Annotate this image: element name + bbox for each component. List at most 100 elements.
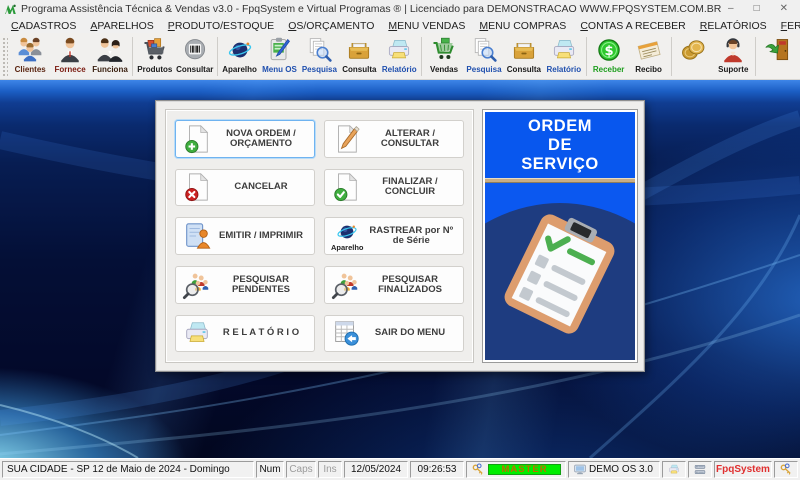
toolbar-button-consultar-produtos[interactable]: Consultar: [175, 34, 215, 79]
toolbar-button-relatorio-os[interactable]: Relatório: [379, 34, 419, 79]
status-caps-lock: Caps: [286, 461, 316, 478]
status-keys[interactable]: [774, 461, 798, 478]
clients-icon: [15, 36, 45, 64]
toolbar-button-recibo[interactable]: Recibo: [629, 34, 669, 79]
menu-os-orcamento[interactable]: OS/ORÇAMENTO: [281, 19, 381, 33]
doc-person-icon: [182, 221, 212, 251]
statusbar: SUA CIDADE - SP 12 de Maio de 2024 - Dom…: [0, 458, 800, 480]
toolbar-button-fornecedores[interactable]: Fornece: [50, 34, 90, 79]
button-alterar-consultar[interactable]: ALTERAR / CONSULTAR: [324, 120, 464, 158]
dollar-coin-icon: [594, 36, 624, 64]
status-insert: Ins: [318, 461, 342, 478]
toolbar-separator: [131, 37, 133, 76]
service-order-menu-dialog: NOVA ORDEM / ORÇAMENTO ALTERAR / CONSULT…: [155, 100, 645, 372]
button-relatorio[interactable]: R E L A T Ó R I O: [175, 314, 315, 352]
doc-search-icon: [469, 36, 499, 64]
search-people-icon: [182, 270, 212, 300]
device-icon: [334, 220, 360, 244]
banner-title: ORDEM DE SERVIÇO: [485, 112, 635, 178]
button-pesquisar-pendentes[interactable]: PESQUISAR PENDENTES: [175, 266, 315, 304]
toolbar-button-produtos[interactable]: Produtos: [135, 34, 175, 79]
menubar: CADASTROS APARELHOS PRODUTO/ESTOQUE OS/O…: [0, 18, 800, 33]
menu-vendas[interactable]: MENU VENDAS: [381, 19, 472, 33]
exit-door-icon: [763, 36, 793, 64]
printer-icon: [182, 318, 212, 348]
menu-compras[interactable]: MENU COMPRAS: [472, 19, 573, 33]
user-level-badge: MASTER: [488, 464, 561, 475]
banner-illustration: [485, 183, 635, 360]
keys-icon: [779, 463, 793, 476]
menu-ferramentas[interactable]: FERRAMENTAS: [774, 19, 800, 33]
button-pesquisar-finalizados[interactable]: PESQUISAR FINALIZADOS: [324, 266, 464, 304]
toolbar-grip: [2, 37, 9, 76]
button-nova-ordem[interactable]: NOVA ORDEM / ORÇAMENTO: [175, 120, 315, 158]
status-user-level: MASTER: [466, 461, 566, 478]
device-icon: [225, 36, 255, 64]
support-icon: [718, 36, 748, 64]
status-brand: FpqSystem: [714, 461, 772, 478]
grid-back-icon: [331, 318, 361, 348]
products-cart-icon: [140, 36, 170, 64]
toolbar-button-consulta-vendas[interactable]: Consulta: [504, 34, 544, 79]
button-finalizar-concluir[interactable]: FINALIZAR / CONCLUIR: [324, 168, 464, 206]
menu-relatorios[interactable]: RELATÓRIOS: [693, 19, 774, 33]
doc-search-icon: [304, 36, 334, 64]
toolbar-button-clientes[interactable]: Clientes: [10, 34, 50, 79]
page-cancel-icon: [182, 172, 212, 202]
dialog-button-panel: NOVA ORDEM / ORÇAMENTO ALTERAR / CONSULT…: [165, 109, 474, 363]
maximize-button[interactable]: □: [754, 4, 760, 14]
toolbar-button-consulta-os[interactable]: Consulta: [339, 34, 379, 79]
close-button[interactable]: ✕: [780, 4, 788, 14]
status-num-lock: Num: [256, 461, 284, 478]
toolbar-button-funcionarios[interactable]: Funciona: [90, 34, 130, 79]
button-sair-do-menu[interactable]: SAIR DO MENU: [324, 314, 464, 352]
toolbar-separator: [421, 37, 423, 76]
toolbar-button-vendas[interactable]: Vendas: [424, 34, 464, 79]
toolbar-button-pesquisa-vendas[interactable]: Pesquisa: [464, 34, 504, 79]
toolbar: Clientes Fornece Funciona Produtos Consu…: [0, 33, 800, 80]
printer-icon: [667, 463, 681, 476]
toolbar-separator: [216, 37, 218, 76]
toolbar-button-relatorio-vendas[interactable]: Relatório: [544, 34, 584, 79]
status-location-date: SUA CIDADE - SP 12 de Maio de 2024 - Dom…: [2, 461, 254, 478]
employees-icon: [95, 36, 125, 64]
toolbar-separator: [755, 37, 757, 76]
printer-icon: [549, 36, 579, 64]
desktop-wallpaper: NOVA ORDEM / ORÇAMENTO ALTERAR / CONSULT…: [0, 80, 800, 458]
sales-cart-icon: [429, 36, 459, 64]
status-date: 12/05/2024: [344, 461, 408, 478]
status-printer[interactable]: [662, 461, 686, 478]
service-order-banner: ORDEM DE SERVIÇO: [482, 109, 638, 363]
server-icon: [693, 463, 707, 476]
page-check-icon: [331, 172, 361, 202]
menu-produto-estoque[interactable]: PRODUTO/ESTOQUE: [161, 19, 281, 33]
menu-contas-a-receber[interactable]: CONTAS A RECEBER: [573, 19, 692, 33]
menu-aparelhos[interactable]: APARELHOS: [83, 19, 160, 33]
search-people-icon: [331, 270, 361, 300]
monitor-icon: [573, 463, 587, 476]
supplier-icon: [55, 36, 85, 64]
toolbar-button-pesquisa-os[interactable]: Pesquisa: [299, 34, 339, 79]
toolbar-button-aparelho[interactable]: Aparelho: [220, 34, 260, 79]
button-emitir-imprimir[interactable]: EMITIR / IMPRIMIR: [175, 217, 315, 255]
keys-icon: [471, 463, 485, 476]
button-rastrear-numero-serie[interactable]: Aparelho RASTREAR por Nº de Série: [324, 217, 464, 255]
toolbar-button-moedas[interactable]: [673, 34, 713, 79]
toolbar-separator: [585, 37, 587, 76]
status-server[interactable]: [688, 461, 712, 478]
drawer-icon: [509, 36, 539, 64]
coins-icon: [678, 36, 708, 64]
receipt-icon: [634, 36, 664, 64]
menu-cadastros[interactable]: CADASTROS: [4, 19, 83, 33]
drawer-icon: [344, 36, 374, 64]
app-logo-icon: [4, 3, 17, 16]
toolbar-button-sair[interactable]: [758, 34, 798, 79]
toolbar-button-menu-os[interactable]: Menu OS: [260, 34, 300, 79]
printer-icon: [384, 36, 414, 64]
minimize-button[interactable]: –: [728, 4, 734, 14]
button-cancelar[interactable]: CANCELAR: [175, 168, 315, 206]
toolbar-button-suporte[interactable]: Suporte: [713, 34, 753, 79]
page-plus-icon: [182, 124, 212, 154]
status-time: 09:26:53: [410, 461, 464, 478]
toolbar-button-receber[interactable]: Receber: [589, 34, 629, 79]
